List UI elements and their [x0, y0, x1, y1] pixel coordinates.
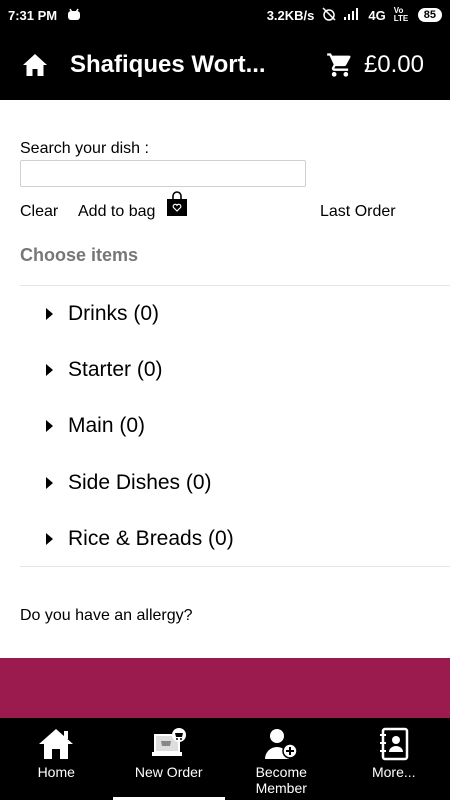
expand-arrow-icon — [46, 420, 53, 432]
nav-new-order[interactable]: New Order — [112, 718, 225, 800]
order-content: Search your dish : Clear Add to bag Last… — [0, 100, 450, 658]
promo-banner — [0, 658, 450, 718]
category-rice-breads[interactable]: Rice & Breads (0) — [20, 511, 450, 567]
category-starter[interactable]: Starter (0) — [20, 342, 450, 398]
android-notification-icon — [67, 8, 81, 23]
expand-arrow-icon — [46, 364, 53, 376]
nav-home[interactable]: Home — [0, 718, 113, 800]
cart-total: £0.00 — [363, 51, 424, 78]
add-member-icon — [263, 726, 299, 762]
alarm-off-icon — [322, 6, 336, 24]
category-drinks[interactable]: Drinks (0) — [20, 286, 450, 342]
expand-arrow-icon — [46, 308, 53, 320]
divider — [20, 566, 450, 567]
bottom-navigation: Home New Order Become Member More... — [0, 718, 450, 800]
allergy-question-link[interactable]: Do you have an allergy? — [20, 607, 193, 625]
category-label: Starter (0) — [68, 358, 163, 381]
category-label: Side Dishes (0) — [68, 471, 212, 494]
new-order-icon — [149, 726, 189, 762]
category-side-dishes[interactable]: Side Dishes (0) — [20, 455, 450, 511]
shopping-cart-icon — [327, 53, 351, 77]
signal-icon — [344, 7, 360, 23]
category-main[interactable]: Main (0) — [20, 398, 450, 454]
search-input[interactable] — [20, 160, 306, 187]
category-label: Rice & Breads (0) — [68, 527, 234, 550]
app-title: Shafiques Wort... — [70, 51, 265, 78]
choose-items-heading: Choose items — [20, 245, 139, 265]
clear-button[interactable]: Clear — [20, 203, 58, 221]
expand-arrow-icon — [46, 533, 53, 545]
nav-label: Home — [37, 764, 75, 780]
status-bar: 7:31 PM 3.2KB/s 4G Vo LTE 85 — [0, 0, 450, 30]
nav-label: New Order — [134, 764, 203, 780]
add-to-bag-button[interactable]: Add to bag — [78, 203, 155, 221]
category-label: Drinks (0) — [68, 302, 160, 325]
app-header: Shafiques Wort... £0.00 — [0, 30, 450, 100]
network-type: 4G — [368, 7, 386, 23]
home-button[interactable] — [0, 30, 70, 100]
last-order-button[interactable]: Last Order — [320, 203, 396, 221]
expand-arrow-icon — [46, 477, 53, 489]
shopping-bag-heart-icon[interactable] — [166, 191, 188, 222]
nav-label: More... — [371, 764, 416, 780]
search-label: Search your dish : — [20, 140, 149, 157]
nav-more[interactable]: More... — [338, 718, 450, 800]
volte-label: Vo LTE — [393, 6, 409, 23]
home-icon — [37, 726, 75, 762]
category-label: Main (0) — [68, 414, 146, 437]
home-icon — [23, 54, 47, 76]
cart-button[interactable]: £0.00 — [326, 51, 450, 79]
status-time: 7:31 PM — [8, 7, 58, 23]
contacts-book-icon — [377, 726, 411, 762]
nav-become-member[interactable]: Become Member — [225, 718, 338, 800]
nav-label: Become Member — [255, 764, 307, 796]
network-speed: 3.2KB/s — [266, 7, 315, 23]
battery-level: 85 — [417, 8, 442, 22]
